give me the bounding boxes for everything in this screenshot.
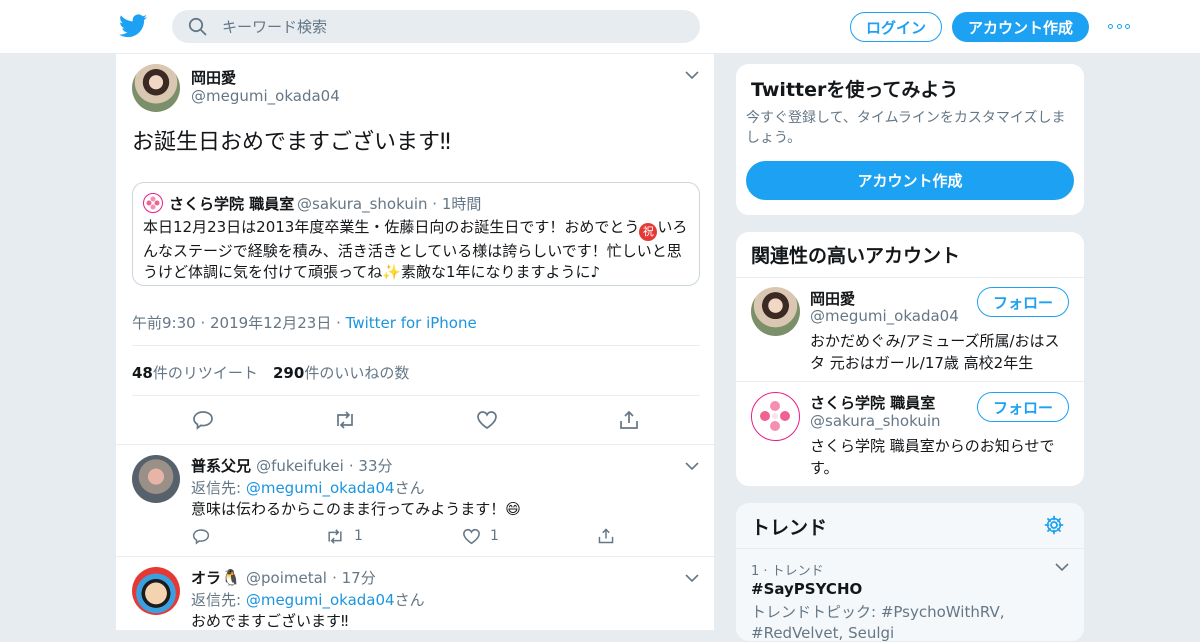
signup-button[interactable]: アカウント作成 [952,12,1089,42]
like-heart-icon[interactable] [462,528,481,545]
author-handle[interactable]: @megumi_okada04 [191,87,340,105]
divider [132,345,700,346]
divider [736,277,1084,278]
divider [736,381,1084,382]
grinning-face-emoji: 😄 [505,500,521,518]
chevron-down-icon[interactable] [684,573,700,583]
reply-icon[interactable] [192,528,210,545]
share-icon[interactable] [597,527,615,545]
signup-card-button[interactable]: アカウント作成 [746,161,1074,200]
gear-icon[interactable] [1044,515,1064,535]
reply-author-handle[interactable]: @poimetal [246,569,327,587]
divider [116,444,714,445]
celebration-emoji: 祝 [639,223,658,241]
like-heart-icon[interactable] [476,410,498,430]
reply-author-handle[interactable]: @fukeifukei [256,457,344,475]
reply-time[interactable]: 17分 [342,569,376,587]
quoted-tweet[interactable]: さくら学院 職員室 @sakura_shokuin · 1時間 本日12月23日… [132,182,700,286]
penguin-emoji: 🐧 [221,568,241,587]
retweet-icon[interactable] [325,528,345,545]
account-handle[interactable]: @sakura_shokuin [810,412,941,430]
top-bar: ログイン アカウント作成 [0,0,1200,54]
avatar[interactable] [132,455,180,503]
reply-author-name[interactable]: オラ [191,569,221,587]
signup-card: Twitterを使ってみよう 今すぐ登録して、タイムラインをカスタマイズしましょ… [735,63,1085,216]
divider [132,395,700,396]
avatar [143,193,163,213]
search-icon [188,17,207,36]
reply-text: おめでますございます‼ [191,612,349,630]
sakura-flower-icon [146,196,160,210]
quote-author-handle: @sakura_shokuin · 1時間 [297,195,482,213]
trends-title: トレンド [751,517,828,539]
reply-to-line: 返信先: @megumi_okada04さん [191,479,425,497]
avatar[interactable] [751,392,800,441]
reply-header: 普系父兄 @fukeifukei · 33分 [191,457,393,475]
quote-author-name: さくら学院 職員室 [169,195,295,213]
follow-button[interactable]: フォロー [977,392,1069,422]
account-name[interactable]: 岡田愛 [810,288,855,309]
follow-button[interactable]: フォロー [977,287,1069,317]
account-handle[interactable]: @megumi_okada04 [810,307,959,325]
more-options-icon[interactable] [1108,24,1130,30]
share-icon[interactable] [618,409,640,431]
trend-meta: 1 · トレンド [751,564,824,579]
reply-to-line: 返信先: @megumi_okada04さん [191,591,425,609]
related-accounts-title: 関連性の高いアカウント [751,245,961,267]
chevron-down-icon[interactable] [684,461,700,471]
twitter-logo-icon[interactable] [119,13,147,39]
trend-topic: トレンドトピック: #PsychoWithRV, #RedVelvet, Seu… [751,603,1005,642]
reply-like-count: 1 [490,528,499,544]
divider [736,548,1084,549]
timestamp[interactable]: 午前9:30 · 2019年12月23日 [132,314,331,332]
source-link[interactable]: Twitter for iPhone [346,314,477,332]
avatar[interactable] [132,567,180,615]
reply-header: オラ🐧 @poimetal · 17分 [191,568,376,587]
signup-card-subtitle: 今すぐ登録して、タイムラインをカスタマイズしましょう。 [746,110,1066,146]
sparkles-emoji: ✨ [382,263,401,281]
chevron-down-icon[interactable] [684,70,700,80]
quote-text: 本日12月23日は2013年度卒業生・佐藤日向のお誕生日です！おめでとう祝いろん… [143,218,688,281]
reply-time[interactable]: 33分 [358,457,392,475]
reply-icon[interactable] [192,410,214,430]
reply-text: 意味は伝わるからこのまま行ってみようます！😄 [191,500,521,518]
sakura-flower-icon [760,401,790,431]
likes-stat[interactable]: 290件のいいねの数 [273,362,409,383]
account-bio: さくら学院 職員室からのお知らせです。 [810,437,1055,477]
avatar[interactable] [132,64,180,112]
trends-card: トレンド 1 · トレンド #SayPSYCHO トレンドトピック: #Psyc… [735,502,1085,642]
account-bio: おかだめぐみ/アミューズ所属/おはスタ 元おはガール/17歳 高校2年生 [810,332,1060,372]
login-button[interactable]: ログイン [850,12,942,42]
tweet-meta: 午前9:30 · 2019年12月23日 · Twitter for iPhon… [132,314,477,332]
search-input[interactable] [222,10,682,43]
trend-tag[interactable]: #SayPSYCHO [751,580,862,598]
search-bar[interactable] [172,10,700,43]
related-accounts-card: 関連性の高いアカウント 岡田愛 @megumi_okada04 フォロー おかだ… [735,231,1085,487]
account-name[interactable]: さくら学院 職員室 [810,392,935,413]
divider [116,556,714,557]
chevron-down-icon[interactable] [1054,562,1070,572]
reply-retweet-count: 1 [354,528,363,544]
tweet-text: お誕生日おめでますございます‼ [132,130,451,155]
author-name[interactable]: 岡田愛 [191,67,236,88]
main-column: 岡田愛 @megumi_okada04 お誕生日おめでますございます‼ さくら学… [115,54,715,630]
avatar[interactable] [751,287,800,336]
reply-to-link[interactable]: @megumi_okada04 [246,591,395,609]
reply-to-link[interactable]: @megumi_okada04 [246,479,395,497]
retweets-stat[interactable]: 48件のリツイート [132,362,258,383]
signup-card-title: Twitterを使ってみよう [751,79,959,101]
reply-author-name[interactable]: 普系父兄 [191,457,251,475]
retweet-icon[interactable] [333,410,357,430]
